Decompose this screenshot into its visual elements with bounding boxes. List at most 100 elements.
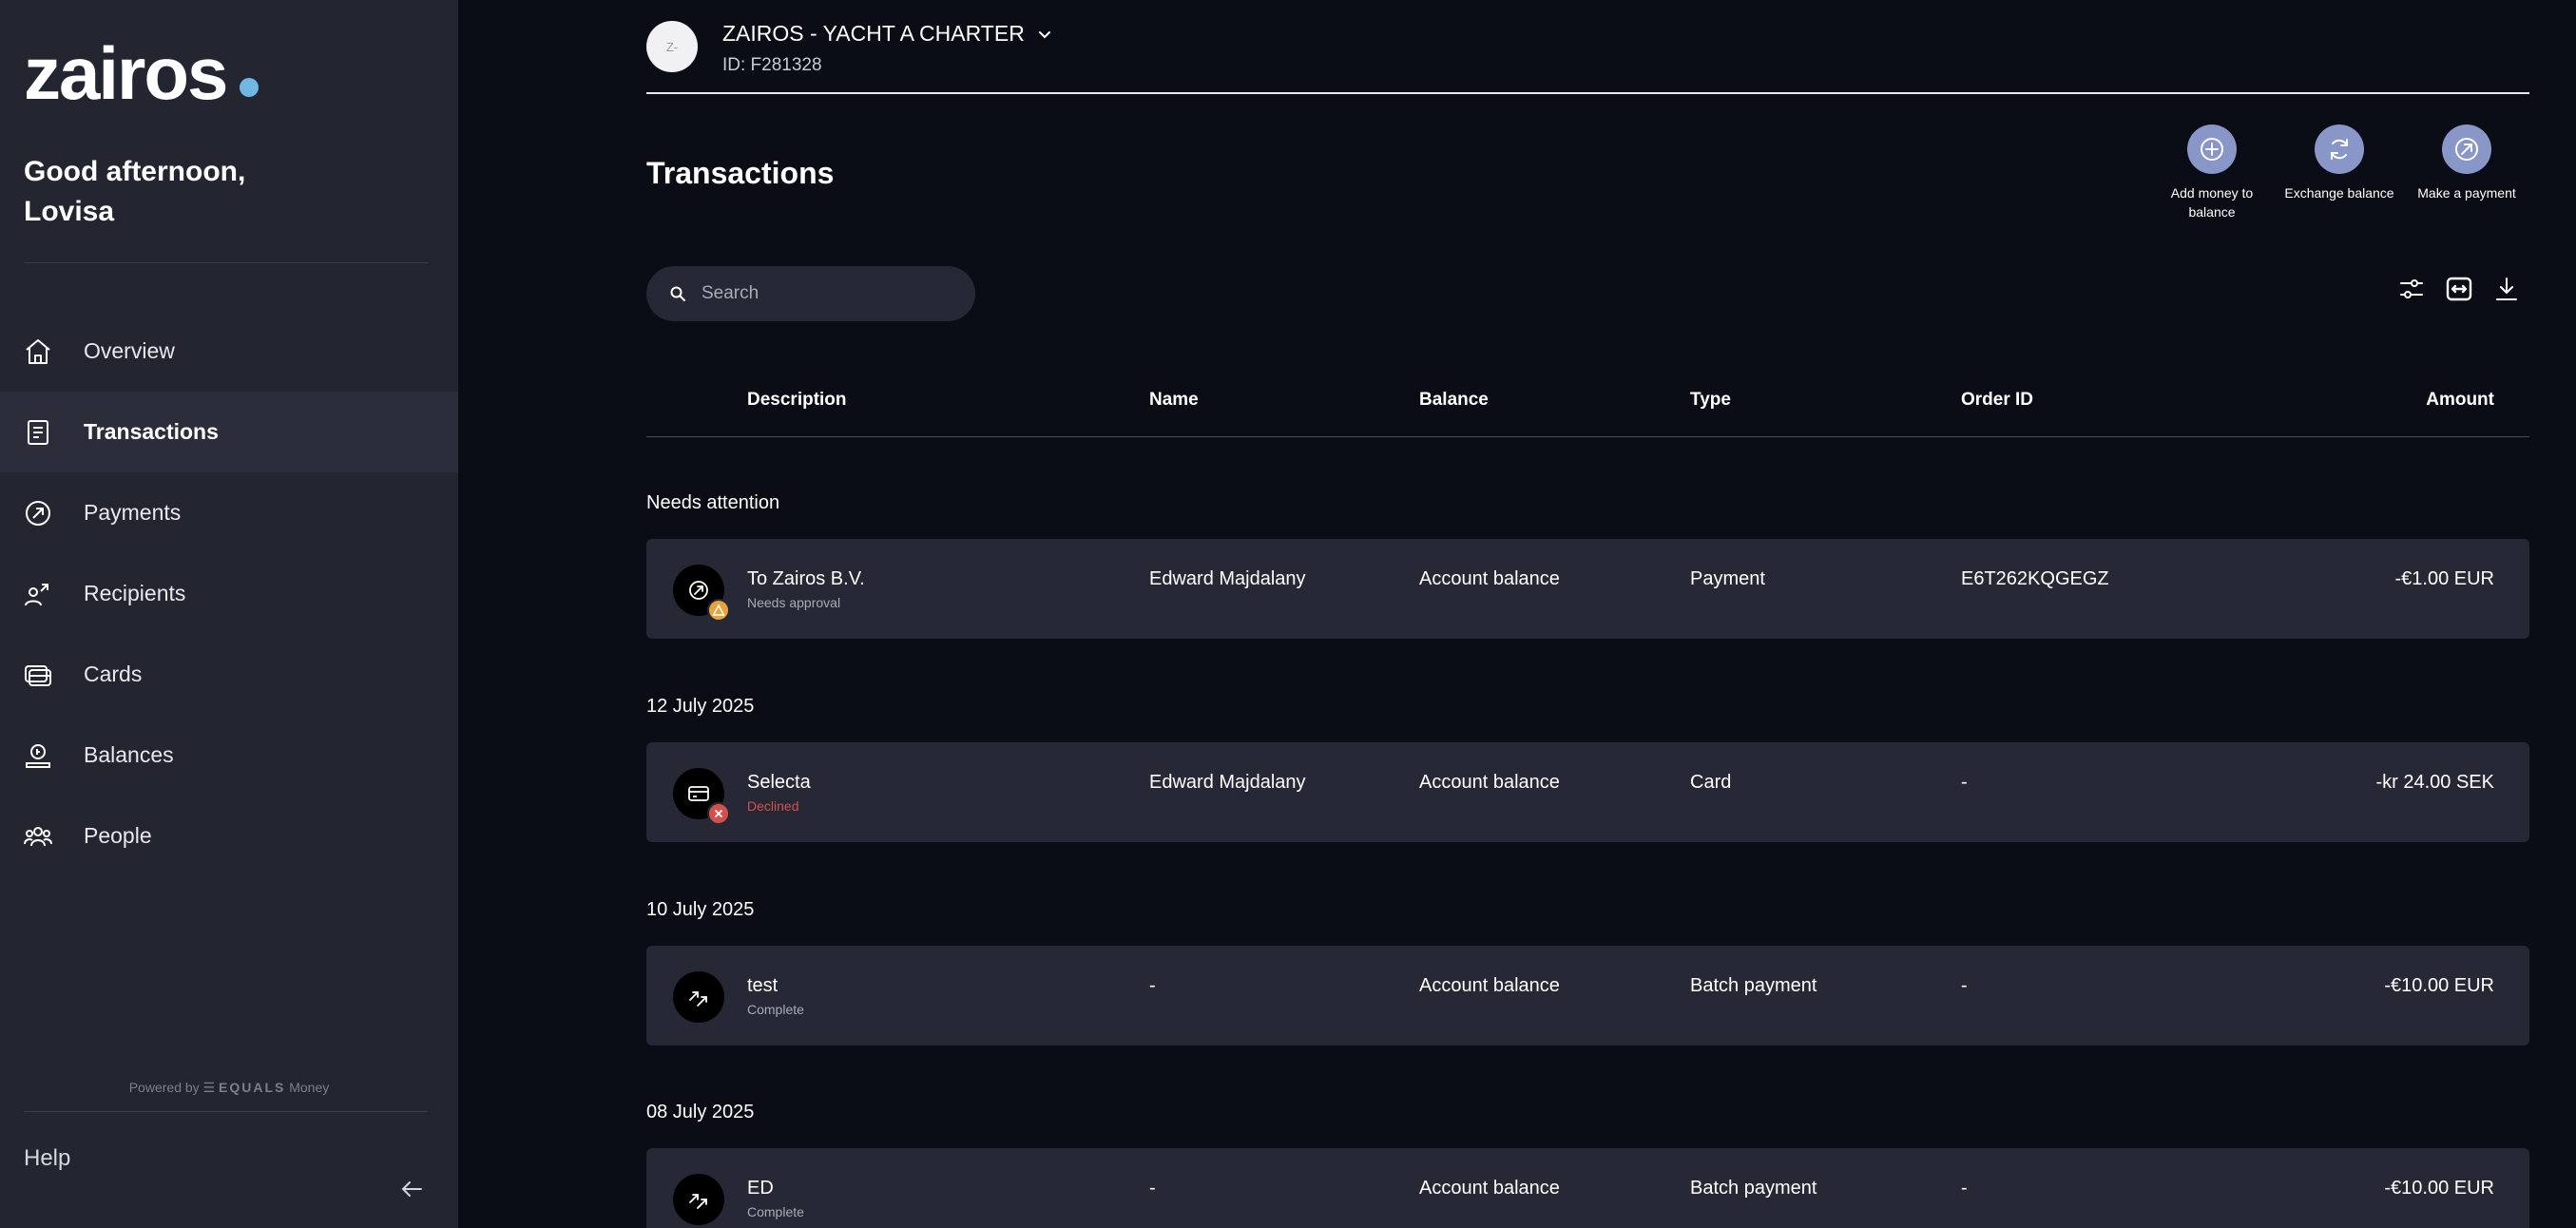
sidebar-item-overview[interactable]: Overview — [0, 311, 458, 392]
sidebar-item-label: People — [84, 823, 152, 848]
payment-row-icon — [673, 565, 730, 622]
warning-icon — [712, 604, 725, 616]
row-description: To Zairos B.V. — [747, 568, 865, 589]
table-row[interactable]: To Zairos B.V. Needs approval Edward Maj… — [646, 539, 2529, 639]
cards-icon — [25, 664, 51, 686]
sidebar-item-label: Payments — [84, 500, 182, 525]
card-row-icon — [673, 768, 730, 825]
account-header: Z- ZAIROS - YACHT A CHARTER ID: F281328 — [646, 0, 2529, 94]
row-order-id: - — [1961, 772, 1968, 793]
search-input[interactable] — [702, 283, 958, 304]
row-status: Complete — [747, 1002, 804, 1017]
sidebar-item-cards[interactable]: Cards — [0, 634, 458, 715]
make-payment-button[interactable]: Make a payment — [2404, 125, 2529, 221]
expand-columns-icon — [2446, 277, 2472, 301]
row-description: Selecta — [747, 772, 811, 793]
search-icon — [670, 286, 685, 301]
greeting-line-1: Good afternoon, — [24, 156, 246, 187]
row-type: Batch payment — [1690, 975, 1817, 996]
table-tools — [2387, 272, 2529, 306]
sliders-icon — [2400, 279, 2423, 298]
payment-icon — [26, 500, 50, 526]
download-icon — [2496, 278, 2517, 300]
row-type: Payment — [1690, 568, 1765, 589]
declined-badge — [707, 802, 730, 825]
zairos-logo[interactable]: zairos — [24, 36, 228, 110]
row-balance: Account balance — [1419, 975, 1560, 996]
group-label-date: 12 July 2025 — [646, 696, 755, 717]
column-width-button[interactable] — [2436, 272, 2482, 306]
people-icon — [24, 826, 52, 846]
chevron-down-icon — [1038, 30, 1050, 38]
sidebar: zairos Good afternoon, Lovisa Overview T… — [0, 0, 458, 1228]
quick-actions: Add money to balance Exchange balance Ma… — [2147, 125, 2529, 221]
exchange-icon — [2331, 139, 2348, 160]
help-link[interactable]: Help — [24, 1145, 70, 1172]
row-amount: -kr 24.00 SEK — [2375, 772, 2494, 793]
column-header-order-id[interactable]: Order ID — [1961, 390, 2033, 411]
row-balance: Account balance — [1419, 772, 1560, 793]
batch-row-icon — [673, 971, 724, 1023]
powered-by-prefix: Powered by — [128, 1080, 200, 1095]
search-bar[interactable] — [646, 266, 975, 321]
close-icon — [715, 810, 722, 817]
sidebar-item-people[interactable]: People — [0, 796, 458, 876]
page-title: Transactions — [646, 156, 835, 190]
account-name: ZAIROS - YACHT A CHARTER — [722, 21, 1025, 46]
table-row[interactable]: ED Complete - Account balance Batch paym… — [646, 1148, 2529, 1228]
add-money-button[interactable]: Add money to balance — [2149, 125, 2275, 221]
group-label-date: 08 July 2025 — [646, 1102, 755, 1122]
table-row[interactable]: Selecta Declined Edward Majdalany Accoun… — [646, 742, 2529, 842]
group-label-needs-attention: Needs attention — [646, 492, 780, 513]
account-avatar[interactable]: Z- — [646, 21, 698, 72]
row-status: Declined — [747, 798, 799, 814]
filter-button[interactable] — [2389, 272, 2434, 306]
greeting-user-name: Lovisa — [24, 196, 115, 227]
batch-row-icon — [673, 1174, 724, 1225]
add-money-label: Add money to balance — [2170, 185, 2254, 220]
column-header-name[interactable]: Name — [1149, 390, 1199, 411]
receipt-icon — [28, 419, 48, 445]
table-row[interactable]: test Complete - Account balance Batch pa… — [646, 946, 2529, 1046]
make-payment-label: Make a payment — [2417, 185, 2516, 201]
exchange-label: Exchange balance — [2284, 185, 2394, 201]
column-header-balance[interactable]: Balance — [1419, 390, 1489, 411]
sidebar-item-payments[interactable]: Payments — [0, 472, 458, 553]
sidebar-divider-bottom — [24, 1111, 428, 1112]
column-header-amount[interactable]: Amount — [2426, 390, 2494, 411]
download-button[interactable] — [2484, 272, 2529, 306]
batch-payment-icon — [689, 991, 707, 1007]
row-status: Complete — [747, 1204, 804, 1219]
sidebar-item-transactions[interactable]: Transactions — [0, 392, 458, 472]
plus-circle-icon — [2201, 138, 2223, 161]
sidebar-item-recipients[interactable]: Recipients — [0, 553, 458, 634]
row-description: ED — [747, 1178, 774, 1199]
sidebar-divider — [24, 262, 428, 263]
account-switcher[interactable]: ZAIROS - YACHT A CHARTER — [722, 21, 1053, 47]
make-payment-circle — [2442, 125, 2491, 174]
row-name: - — [1149, 975, 1156, 996]
collapse-sidebar-icon[interactable] — [397, 1175, 426, 1203]
row-name: Edward Majdalany — [1149, 772, 1306, 793]
sidebar-item-label: Recipients — [84, 581, 186, 605]
row-order-id: - — [1961, 975, 1968, 996]
row-order-id: - — [1961, 1178, 1968, 1199]
column-header-type[interactable]: Type — [1690, 390, 1731, 411]
row-order-id: E6T262KQGEGZ — [1961, 568, 2109, 589]
row-balance: Account balance — [1419, 568, 1560, 589]
card-icon — [688, 786, 709, 801]
account-id: ID: F281328 — [722, 55, 822, 75]
add-money-circle — [2187, 125, 2237, 174]
warning-badge — [707, 599, 730, 622]
row-name: - — [1149, 1178, 1156, 1199]
sidebar-item-label: Cards — [84, 662, 143, 686]
exchange-balance-button[interactable]: Exchange balance — [2277, 125, 2402, 221]
row-description: test — [747, 975, 779, 996]
row-amount: -€10.00 EUR — [2384, 1178, 2494, 1199]
row-amount: -€1.00 EUR — [2394, 568, 2495, 589]
equals-logo-icon: ☰ — [202, 1080, 216, 1095]
exchange-circle — [2315, 125, 2364, 174]
sidebar-item-balances[interactable]: Balances — [0, 715, 458, 796]
column-header-description[interactable]: Description — [747, 390, 847, 411]
send-arrow-icon — [2455, 138, 2478, 161]
